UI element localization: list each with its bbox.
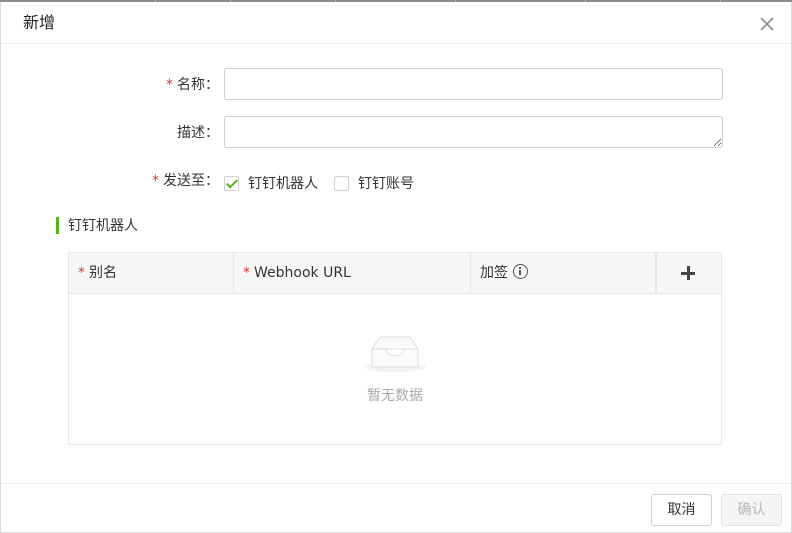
column-header-sign: 加签 [471,253,656,293]
plus-icon[interactable] [681,265,697,281]
column-alias-label: 别名 [89,265,117,281]
description-label: 描述： [1,124,219,142]
description-textarea[interactable] [224,116,723,148]
dingtalk-account-checkbox[interactable]: 钉钉账号 [334,173,414,193]
send-to-label-text: 发送至： [163,173,219,189]
column-webhook-label: Webhook URL [254,265,351,281]
column-header-alias: * 别名 [69,253,234,293]
confirm-button[interactable]: 确认 [721,494,782,526]
name-label-text: 名称： [177,77,219,93]
table-header: * 别名 * Webhook URL 加签 [69,253,721,294]
description-label-text: 描述： [177,125,219,141]
required-mark: * [152,173,159,189]
cancel-button[interactable]: 取消 [651,494,712,526]
column-header-webhook: * Webhook URL [234,253,471,293]
dialog-header: 新增 [1,2,791,44]
dialog-footer: 取消 确认 [1,483,791,532]
section-accent-bar [56,216,59,234]
checkbox-checked[interactable] [224,175,239,191]
name-input[interactable] [224,68,723,100]
required-mark: * [243,265,250,281]
dingtalk-robot-label: 钉钉机器人 [248,176,318,192]
section-title: 钉钉机器人 [68,218,138,234]
name-label: * 名称： [1,76,219,94]
dingtalk-robot-checkbox[interactable]: 钉钉机器人 [224,173,318,193]
robot-table: * 别名 * Webhook URL 加签 暂无数据 [68,252,722,445]
add-dialog: 新增 * 名称： 描述： * 发送至： 钉钉机器人 钉钉账号 钉钉机器人 * 别名 [0,2,792,533]
send-to-label: * 发送至： [1,172,219,190]
info-circle-icon[interactable] [513,264,528,279]
close-icon[interactable] [758,15,776,33]
empty-text: 暂无数据 [367,388,423,404]
dingtalk-account-label: 钉钉账号 [358,176,414,192]
empty-inbox-icon [364,336,426,372]
column-sign-label: 加签 [480,265,508,281]
dialog-title: 新增 [23,13,56,32]
checkbox-unchecked[interactable] [334,175,349,191]
required-mark: * [78,265,85,281]
section-header: 钉钉机器人 [56,216,138,234]
required-mark: * [166,77,173,93]
